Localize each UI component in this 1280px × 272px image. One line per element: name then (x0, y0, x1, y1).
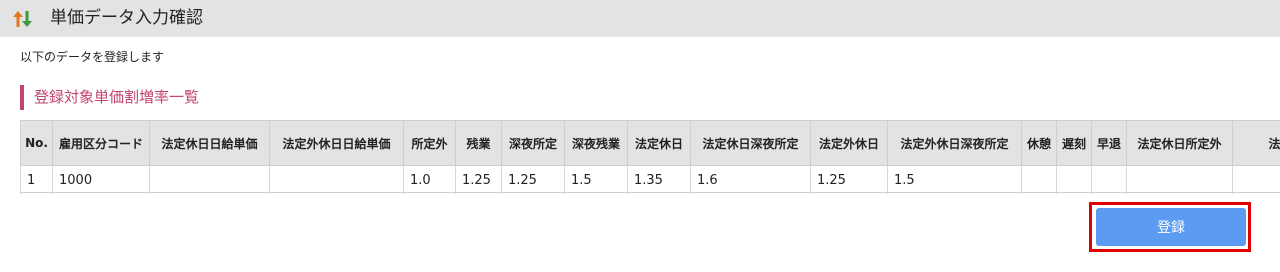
section-title: 登録対象単価割増率一覧 (20, 85, 199, 110)
table-cell: 1.5 (564, 165, 628, 194)
column-header: 法定休日所定外 (1126, 120, 1233, 166)
table-divider (20, 192, 1280, 193)
page-header: 単価データ入力確認 (0, 0, 1280, 37)
intro-text: 以下のデータを登録します (20, 50, 165, 64)
register-button[interactable]: 登録 (1096, 208, 1246, 246)
table-cell: 1.25 (501, 165, 565, 194)
table-header-row: No. 雇用区分コード 法定休日日給単価 法定外休日日給単価 所定外 残業 深夜所定 深夜残業… (20, 120, 1280, 166)
column-header: 法定外休日深夜所定 (887, 120, 1022, 166)
column-header: 残業 (455, 120, 502, 166)
column-header: 早退 (1091, 120, 1127, 166)
column-header: 深夜残業 (564, 120, 628, 166)
rate-table-container: No. 雇用区分コード 法定休日日給単価 法定外休日日給単価 所定外 残業 深夜所定 深夜残業… (20, 120, 1280, 194)
table-cell (1232, 165, 1280, 194)
column-header: 法定外休日 (810, 120, 888, 166)
table-cell: 1.25 (810, 165, 888, 194)
column-header: 法定休 (1232, 120, 1280, 166)
table-cell: 1.6 (690, 165, 811, 194)
sort-arrows-icon (13, 11, 32, 27)
page-title: 単価データ入力確認 (50, 8, 203, 28)
column-header: 遅刻 (1056, 120, 1092, 166)
table-cell: 1.35 (627, 165, 691, 194)
column-header: 所定外 (403, 120, 456, 166)
table-body: 1 1000 1.0 1.25 1.25 1.5 1.35 1.6 1.25 1.5 (20, 165, 1280, 194)
column-header: 法定休日日給単価 (149, 120, 270, 166)
rate-table: No. 雇用区分コード 法定休日日給単価 法定外休日日給単価 所定外 残業 深夜所定 深夜残業… (20, 120, 1280, 194)
table-cell (1126, 165, 1233, 194)
column-header: 休憩 (1021, 120, 1057, 166)
table-cell (1021, 165, 1057, 194)
column-header: 法定休日 (627, 120, 691, 166)
table-cell: 1.25 (455, 165, 502, 194)
table-cell (1056, 165, 1092, 194)
table-cell: 1000 (52, 165, 150, 194)
column-header: 雇用区分コード (52, 120, 150, 166)
table-cell: 1.5 (887, 165, 1022, 194)
column-header: 法定休日深夜所定 (690, 120, 811, 166)
table-row: 1 1000 1.0 1.25 1.25 1.5 1.35 1.6 1.25 1.5 (20, 165, 1280, 194)
column-header: 法定外休日日給単価 (269, 120, 404, 166)
table-cell (269, 165, 404, 194)
column-header: No. (20, 120, 53, 166)
column-header: 深夜所定 (501, 120, 565, 166)
table-cell: 1 (20, 165, 53, 194)
table-cell (1091, 165, 1127, 194)
table-cell (149, 165, 270, 194)
table-cell: 1.0 (403, 165, 456, 194)
